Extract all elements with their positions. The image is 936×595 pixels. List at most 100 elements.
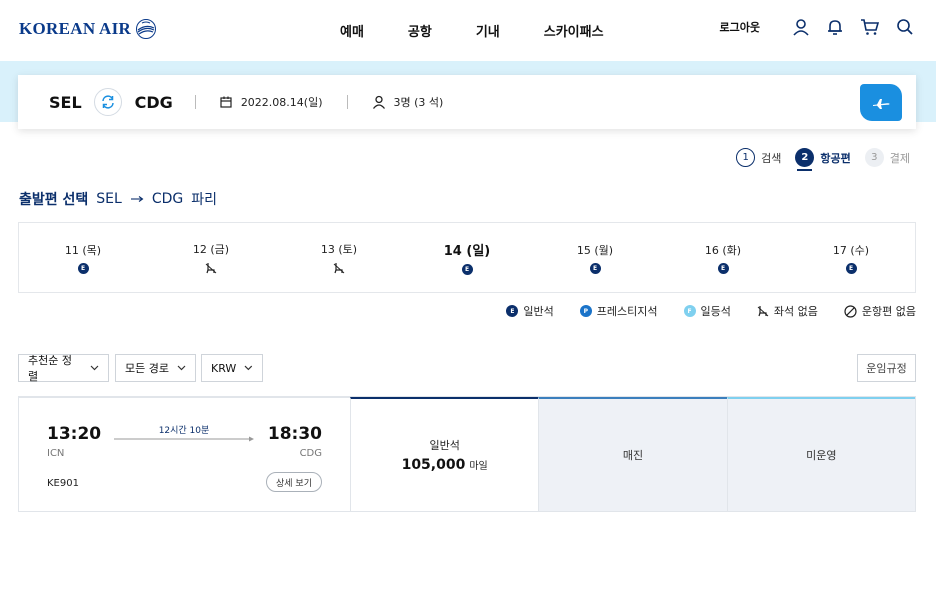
step-label: 결제 bbox=[889, 151, 910, 165]
legend-economy: E 일반석 bbox=[506, 303, 554, 319]
utility-menu: 로그아웃 bbox=[720, 18, 914, 36]
duration-arrow-icon bbox=[114, 436, 254, 442]
flight-number: KE901 bbox=[47, 478, 79, 489]
arrival-airport: CDG bbox=[299, 448, 322, 459]
fare-class-label: 일반석 bbox=[429, 439, 460, 452]
destination-code[interactable]: CDG bbox=[135, 93, 173, 112]
legend-label: 좌석 없음 bbox=[773, 305, 818, 318]
first-badge: F bbox=[683, 305, 696, 317]
legend-label: 일반석 bbox=[523, 305, 554, 318]
no-flight-icon bbox=[844, 304, 857, 318]
chevron-down-icon bbox=[244, 365, 253, 371]
airplane-icon bbox=[873, 98, 890, 109]
date-label: 15 (월) bbox=[576, 243, 614, 257]
route-value: 모든 경로 bbox=[125, 362, 169, 375]
legend-no-seat: 좌석 없음 bbox=[757, 303, 818, 319]
step-number: 3 bbox=[864, 148, 884, 167]
fare-unit: 마일 bbox=[469, 461, 488, 472]
sort-dropdown[interactable]: 추천순 정렬 bbox=[18, 354, 109, 383]
fare-rule-button[interactable]: 운임규정 bbox=[857, 354, 916, 382]
calendar-icon bbox=[220, 96, 232, 108]
step-search: 1 검색 bbox=[736, 148, 781, 167]
step-payment: 3 결제 bbox=[864, 148, 910, 167]
date-selector: 11 (목) E 12 (금) 13 (토) 14 (일) E 15 (월) E… bbox=[18, 222, 916, 293]
fare-economy[interactable]: 일반석 105,000 마일 bbox=[350, 397, 539, 511]
departure-date[interactable]: 2022.08.14(일) bbox=[241, 94, 323, 110]
route-dropdown[interactable]: 모든 경로 bbox=[115, 354, 196, 382]
step-label: 항공편 bbox=[820, 151, 851, 165]
flight-detail-button[interactable]: 상세 보기 bbox=[266, 472, 322, 492]
flight-result-row: 13:20 ICN 12시간 10분 18:30 CDG KE901 상세 보기… bbox=[18, 396, 916, 512]
swap-route-button[interactable] bbox=[93, 88, 122, 116]
divider bbox=[346, 95, 348, 109]
route-to: CDG bbox=[151, 191, 184, 207]
step-number: 2 bbox=[795, 148, 815, 167]
passenger-icon bbox=[372, 95, 385, 109]
arrival-time: 18:30 bbox=[267, 424, 322, 444]
logout-link[interactable]: 로그아웃 bbox=[720, 19, 760, 35]
logo-text: KOREAN AIR bbox=[19, 19, 132, 38]
economy-badge: E bbox=[589, 262, 601, 274]
user-icon[interactable] bbox=[792, 18, 810, 36]
origin-code[interactable]: SEL bbox=[49, 93, 82, 112]
date-label: 17 (수) bbox=[832, 243, 870, 257]
seat-class-legend: E 일반석 P 프레스티지석 F 일등석 좌석 없음 운항편 없음 bbox=[480, 303, 916, 319]
legend-prestige: P 프레스티지석 bbox=[579, 303, 658, 319]
date-label: 14 (일) bbox=[443, 244, 491, 259]
date-option[interactable]: 13 (토) bbox=[275, 223, 403, 292]
section-title: 출발편 선택 SEL CDG 파리 bbox=[19, 189, 217, 209]
search-summary-card: SEL CDG 2022.08.14(일) 3명 (3 석) bbox=[18, 75, 916, 129]
date-option[interactable]: 12 (금) bbox=[147, 223, 275, 292]
chevron-down-icon bbox=[90, 365, 99, 371]
legend-label: 일등석 bbox=[700, 305, 731, 318]
departure-airport: ICN bbox=[47, 448, 65, 459]
nav-airport[interactable]: 공항 bbox=[408, 21, 432, 40]
nav-skypass[interactable]: 스카이패스 bbox=[544, 21, 604, 40]
taeguk-logo-icon bbox=[136, 19, 157, 39]
bell-icon[interactable] bbox=[826, 18, 844, 36]
search-icon[interactable] bbox=[896, 18, 914, 36]
date-label: 12 (금) bbox=[192, 243, 230, 256]
date-option[interactable]: 16 (화) E bbox=[659, 223, 787, 292]
current-step-underline bbox=[797, 169, 813, 171]
top-header: KOREAN AIR 예매 공항 기내 스카이패스 로그아웃 bbox=[0, 0, 936, 60]
date-label: 16 (화) bbox=[704, 243, 742, 257]
economy-badge: E bbox=[506, 305, 519, 317]
economy-badge: E bbox=[845, 262, 857, 274]
sort-value: 추천순 정렬 bbox=[28, 354, 72, 383]
divider bbox=[194, 95, 196, 109]
economy-badge: E bbox=[717, 262, 729, 274]
korean-air-logo[interactable]: KOREAN AIR bbox=[19, 18, 157, 40]
currency-dropdown[interactable]: KRW bbox=[201, 354, 263, 382]
step-label: 검색 bbox=[761, 151, 782, 165]
prestige-badge: P bbox=[579, 305, 592, 317]
fare-first: 미운영 bbox=[726, 397, 915, 511]
departure-time: 13:20 bbox=[47, 424, 102, 444]
route-arrow-icon bbox=[130, 196, 144, 202]
nav-inflight[interactable]: 기내 bbox=[476, 21, 500, 40]
step-flight: 2 항공편 bbox=[795, 148, 851, 171]
chevron-down-icon bbox=[177, 365, 186, 371]
legend-label: 프레스티지석 bbox=[596, 305, 658, 318]
fare-status: 매진 bbox=[622, 449, 644, 462]
passenger-count[interactable]: 3명 (3 석) bbox=[394, 94, 444, 110]
date-label: 13 (토) bbox=[320, 243, 358, 256]
date-option-selected[interactable]: 14 (일) E bbox=[403, 223, 531, 292]
fare-status: 미운영 bbox=[806, 449, 837, 462]
route-city: 파리 bbox=[191, 192, 217, 208]
date-option[interactable]: 11 (목) E bbox=[19, 223, 147, 292]
nav-booking[interactable]: 예매 bbox=[340, 21, 364, 40]
main-nav: 예매 공항 기내 스카이패스 bbox=[340, 21, 648, 40]
modify-search-button[interactable] bbox=[860, 84, 902, 121]
economy-badge: E bbox=[77, 262, 89, 274]
fare-price: 105,000 마일 bbox=[402, 457, 488, 473]
section-heading: 출발편 선택 bbox=[19, 192, 89, 208]
no-seat-icon bbox=[757, 306, 769, 317]
no-seat-icon bbox=[205, 263, 217, 274]
economy-badge: E bbox=[461, 264, 473, 275]
date-option[interactable]: 15 (월) E bbox=[531, 223, 659, 292]
date-option[interactable]: 17 (수) E bbox=[787, 223, 915, 292]
currency-value: KRW bbox=[211, 361, 237, 375]
cart-icon[interactable] bbox=[860, 18, 880, 36]
step-number: 1 bbox=[736, 148, 756, 167]
